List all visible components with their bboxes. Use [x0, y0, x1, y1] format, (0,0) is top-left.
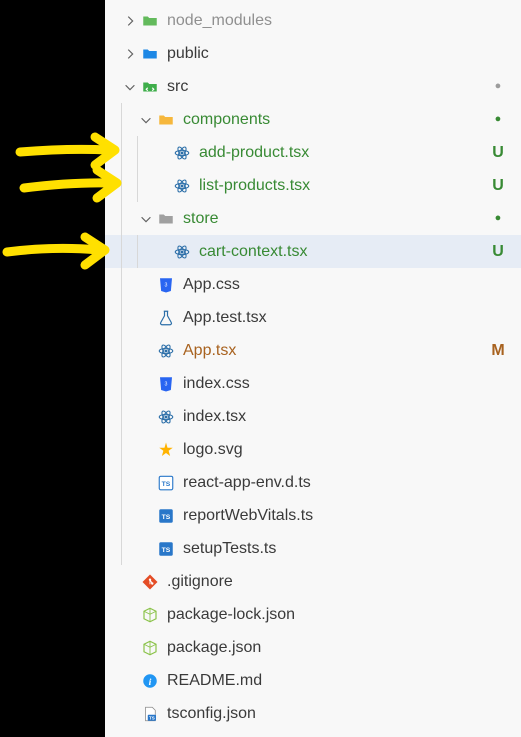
tree-file-list-products[interactable]: list-products.tsx U	[105, 169, 521, 202]
folder-public-icon	[139, 43, 161, 65]
tree-file-app-test[interactable]: App.test.tsx	[105, 301, 521, 334]
git-status-dot: ●	[487, 70, 509, 103]
chevron-down-icon	[137, 210, 155, 228]
chevron-down-icon	[121, 78, 139, 96]
tree-item-label: App.test.tsx	[183, 309, 487, 327]
tree-item-label: App.tsx	[183, 342, 487, 360]
tree-file-tsconfig[interactable]: TS tsconfig.json	[105, 697, 521, 730]
tree-item-label: cart-context.tsx	[199, 243, 487, 261]
tree-item-label: package-lock.json	[167, 606, 487, 624]
ts-icon: TS	[155, 505, 177, 527]
tree-item-label: App.css	[183, 276, 487, 294]
svg-text:i: i	[149, 676, 152, 687]
chevron-right-icon	[121, 12, 139, 30]
chevron-down-icon	[137, 111, 155, 129]
css-icon: 3	[155, 373, 177, 395]
git-status-untracked: U	[487, 144, 509, 162]
tree-file-add-product[interactable]: add-product.tsx U	[105, 136, 521, 169]
react-ts-icon	[155, 340, 177, 362]
ts-def-icon: TS	[155, 472, 177, 494]
git-status-untracked: U	[487, 177, 509, 195]
git-status-modified: M	[487, 342, 509, 360]
css-icon: 3	[155, 274, 177, 296]
folder-icon	[155, 208, 177, 230]
tree-item-label: node_modules	[167, 12, 487, 30]
tree-item-label: public	[167, 45, 487, 63]
tree-file-index-tsx[interactable]: index.tsx	[105, 400, 521, 433]
tree-item-label: setupTests.ts	[183, 540, 487, 558]
folder-src-icon	[139, 76, 161, 98]
tree-item-label: tsconfig.json	[167, 705, 487, 723]
tree-item-label: .gitignore	[167, 573, 487, 591]
tree-folder-node-modules[interactable]: node_modules	[105, 4, 521, 37]
info-icon: i	[139, 670, 161, 692]
npm-icon	[139, 637, 161, 659]
svg-text:3: 3	[165, 282, 168, 288]
tree-file-app-tsx[interactable]: App.tsx M	[105, 334, 521, 367]
test-flask-icon	[155, 307, 177, 329]
tree-item-label: components	[183, 111, 487, 129]
file-explorer[interactable]: node_modules public src ● c	[105, 0, 521, 737]
svg-star-icon	[155, 439, 177, 461]
annotation-margin	[0, 0, 105, 737]
react-ts-icon	[171, 241, 193, 263]
tree-item-label: add-product.tsx	[199, 144, 487, 162]
svg-text:3: 3	[165, 381, 168, 387]
tsconfig-icon: TS	[139, 703, 161, 725]
tree-file-app-css[interactable]: 3 App.css	[105, 268, 521, 301]
tree-item-label: src	[167, 78, 487, 96]
react-ts-icon	[171, 175, 193, 197]
tree-file-react-env[interactable]: TS react-app-env.d.ts	[105, 466, 521, 499]
tree-item-label: list-products.tsx	[199, 177, 487, 195]
folder-muted-icon	[139, 10, 161, 32]
tree-folder-components[interactable]: components ●	[105, 103, 521, 136]
tree-item-label: index.tsx	[183, 408, 487, 426]
tree-folder-store[interactable]: store ●	[105, 202, 521, 235]
tree-item-label: logo.svg	[183, 441, 487, 459]
git-status-dot: ●	[487, 103, 509, 136]
folder-components-icon	[155, 109, 177, 131]
svg-text:TS: TS	[162, 481, 171, 488]
tree-file-logo-svg[interactable]: logo.svg	[105, 433, 521, 466]
svg-text:TS: TS	[149, 715, 155, 720]
npm-icon	[139, 604, 161, 626]
git-icon	[139, 571, 161, 593]
svg-text:TS: TS	[162, 514, 171, 521]
git-status-untracked: U	[487, 243, 509, 261]
tree-folder-public[interactable]: public	[105, 37, 521, 70]
tree-item-label: index.css	[183, 375, 487, 393]
tree-item-label: reportWebVitals.ts	[183, 507, 487, 525]
ts-icon: TS	[155, 538, 177, 560]
react-ts-icon	[155, 406, 177, 428]
tree-file-gitignore[interactable]: .gitignore	[105, 565, 521, 598]
tree-item-label: README.md	[167, 672, 487, 690]
tree-file-setup-tests[interactable]: TS setupTests.ts	[105, 532, 521, 565]
git-status-dot: ●	[487, 202, 509, 235]
tree-file-cart-context[interactable]: cart-context.tsx U	[105, 235, 521, 268]
tree-file-readme[interactable]: i README.md	[105, 664, 521, 697]
tree-item-label: package.json	[167, 639, 487, 657]
svg-text:TS: TS	[162, 547, 171, 554]
react-ts-icon	[171, 142, 193, 164]
tree-file-package[interactable]: package.json	[105, 631, 521, 664]
tree-folder-src[interactable]: src ●	[105, 70, 521, 103]
tree-file-index-css[interactable]: 3 index.css	[105, 367, 521, 400]
tree-item-label: react-app-env.d.ts	[183, 474, 487, 492]
tree-item-label: store	[183, 210, 487, 228]
chevron-right-icon	[121, 45, 139, 63]
tree-file-report-vitals[interactable]: TS reportWebVitals.ts	[105, 499, 521, 532]
tree-file-package-lock[interactable]: package-lock.json	[105, 598, 521, 631]
